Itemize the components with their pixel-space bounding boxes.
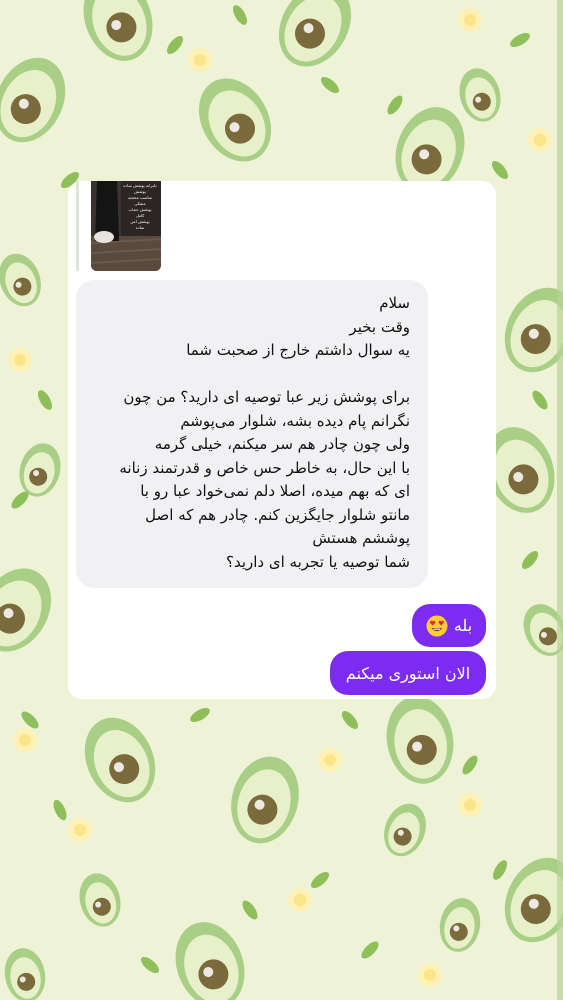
message-greeting: سلام xyxy=(379,294,410,312)
outgoing-message-bubble[interactable]: بله xyxy=(412,604,486,647)
message-paragraph-gap xyxy=(94,363,410,387)
attachment-divider xyxy=(76,181,79,271)
message-line: وقت بخیر xyxy=(349,317,410,336)
message-line: شما توصیه یا تجربه ای دارید؟ xyxy=(226,552,410,571)
image-attachment-thumbnail[interactable]: دلبرانه پوشش ساده پوشش مناسب محجبه مشکی پوشش… xyxy=(91,181,161,271)
message-line: ولی چون چادر هم سر میکنم، خیلی گرمه xyxy=(154,435,410,453)
attachment-caption-line: ساده xyxy=(135,225,145,230)
message-line: برای پوشش زیر عبا توصیه ای دارید؟ من چون xyxy=(123,388,410,406)
outgoing-message-bubble[interactable]: الان استوری میکنم xyxy=(330,651,486,695)
message-line: مانتو شلوار جایگزین کنم. چادر هم که اصل xyxy=(145,505,410,524)
message-line: نگرانم پام دیده بشه، شلوار می‌پوشم xyxy=(180,411,410,430)
reply-text: بله xyxy=(453,616,473,635)
window-edge xyxy=(557,0,563,1000)
reply-text: الان استوری میکنم xyxy=(345,663,471,683)
message-line: ای که بهم میده، اصلا دلم نمی‌خواد عبا رو… xyxy=(140,482,410,500)
incoming-message-bubble[interactable]: سلام وقت بخیر یه سوال داشتم خارج از صحبت… xyxy=(76,280,428,588)
message-line: پوششم هستش xyxy=(312,529,410,547)
message-line: با این حال، به خاطر حس خاص و قدرتمند زنا… xyxy=(119,458,410,477)
message-line: یه سوال داشتم خارج از صحبت شما xyxy=(186,341,410,359)
chat-message-panel: دلبرانه پوشش ساده پوشش مناسب محجبه مشکی پوشش… xyxy=(68,181,496,699)
attachment-caption-overlay: دلبرانه پوشش ساده پوشش مناسب محجبه مشکی پوشش… xyxy=(121,183,159,231)
heart-eyes-emoji-icon xyxy=(426,615,448,636)
